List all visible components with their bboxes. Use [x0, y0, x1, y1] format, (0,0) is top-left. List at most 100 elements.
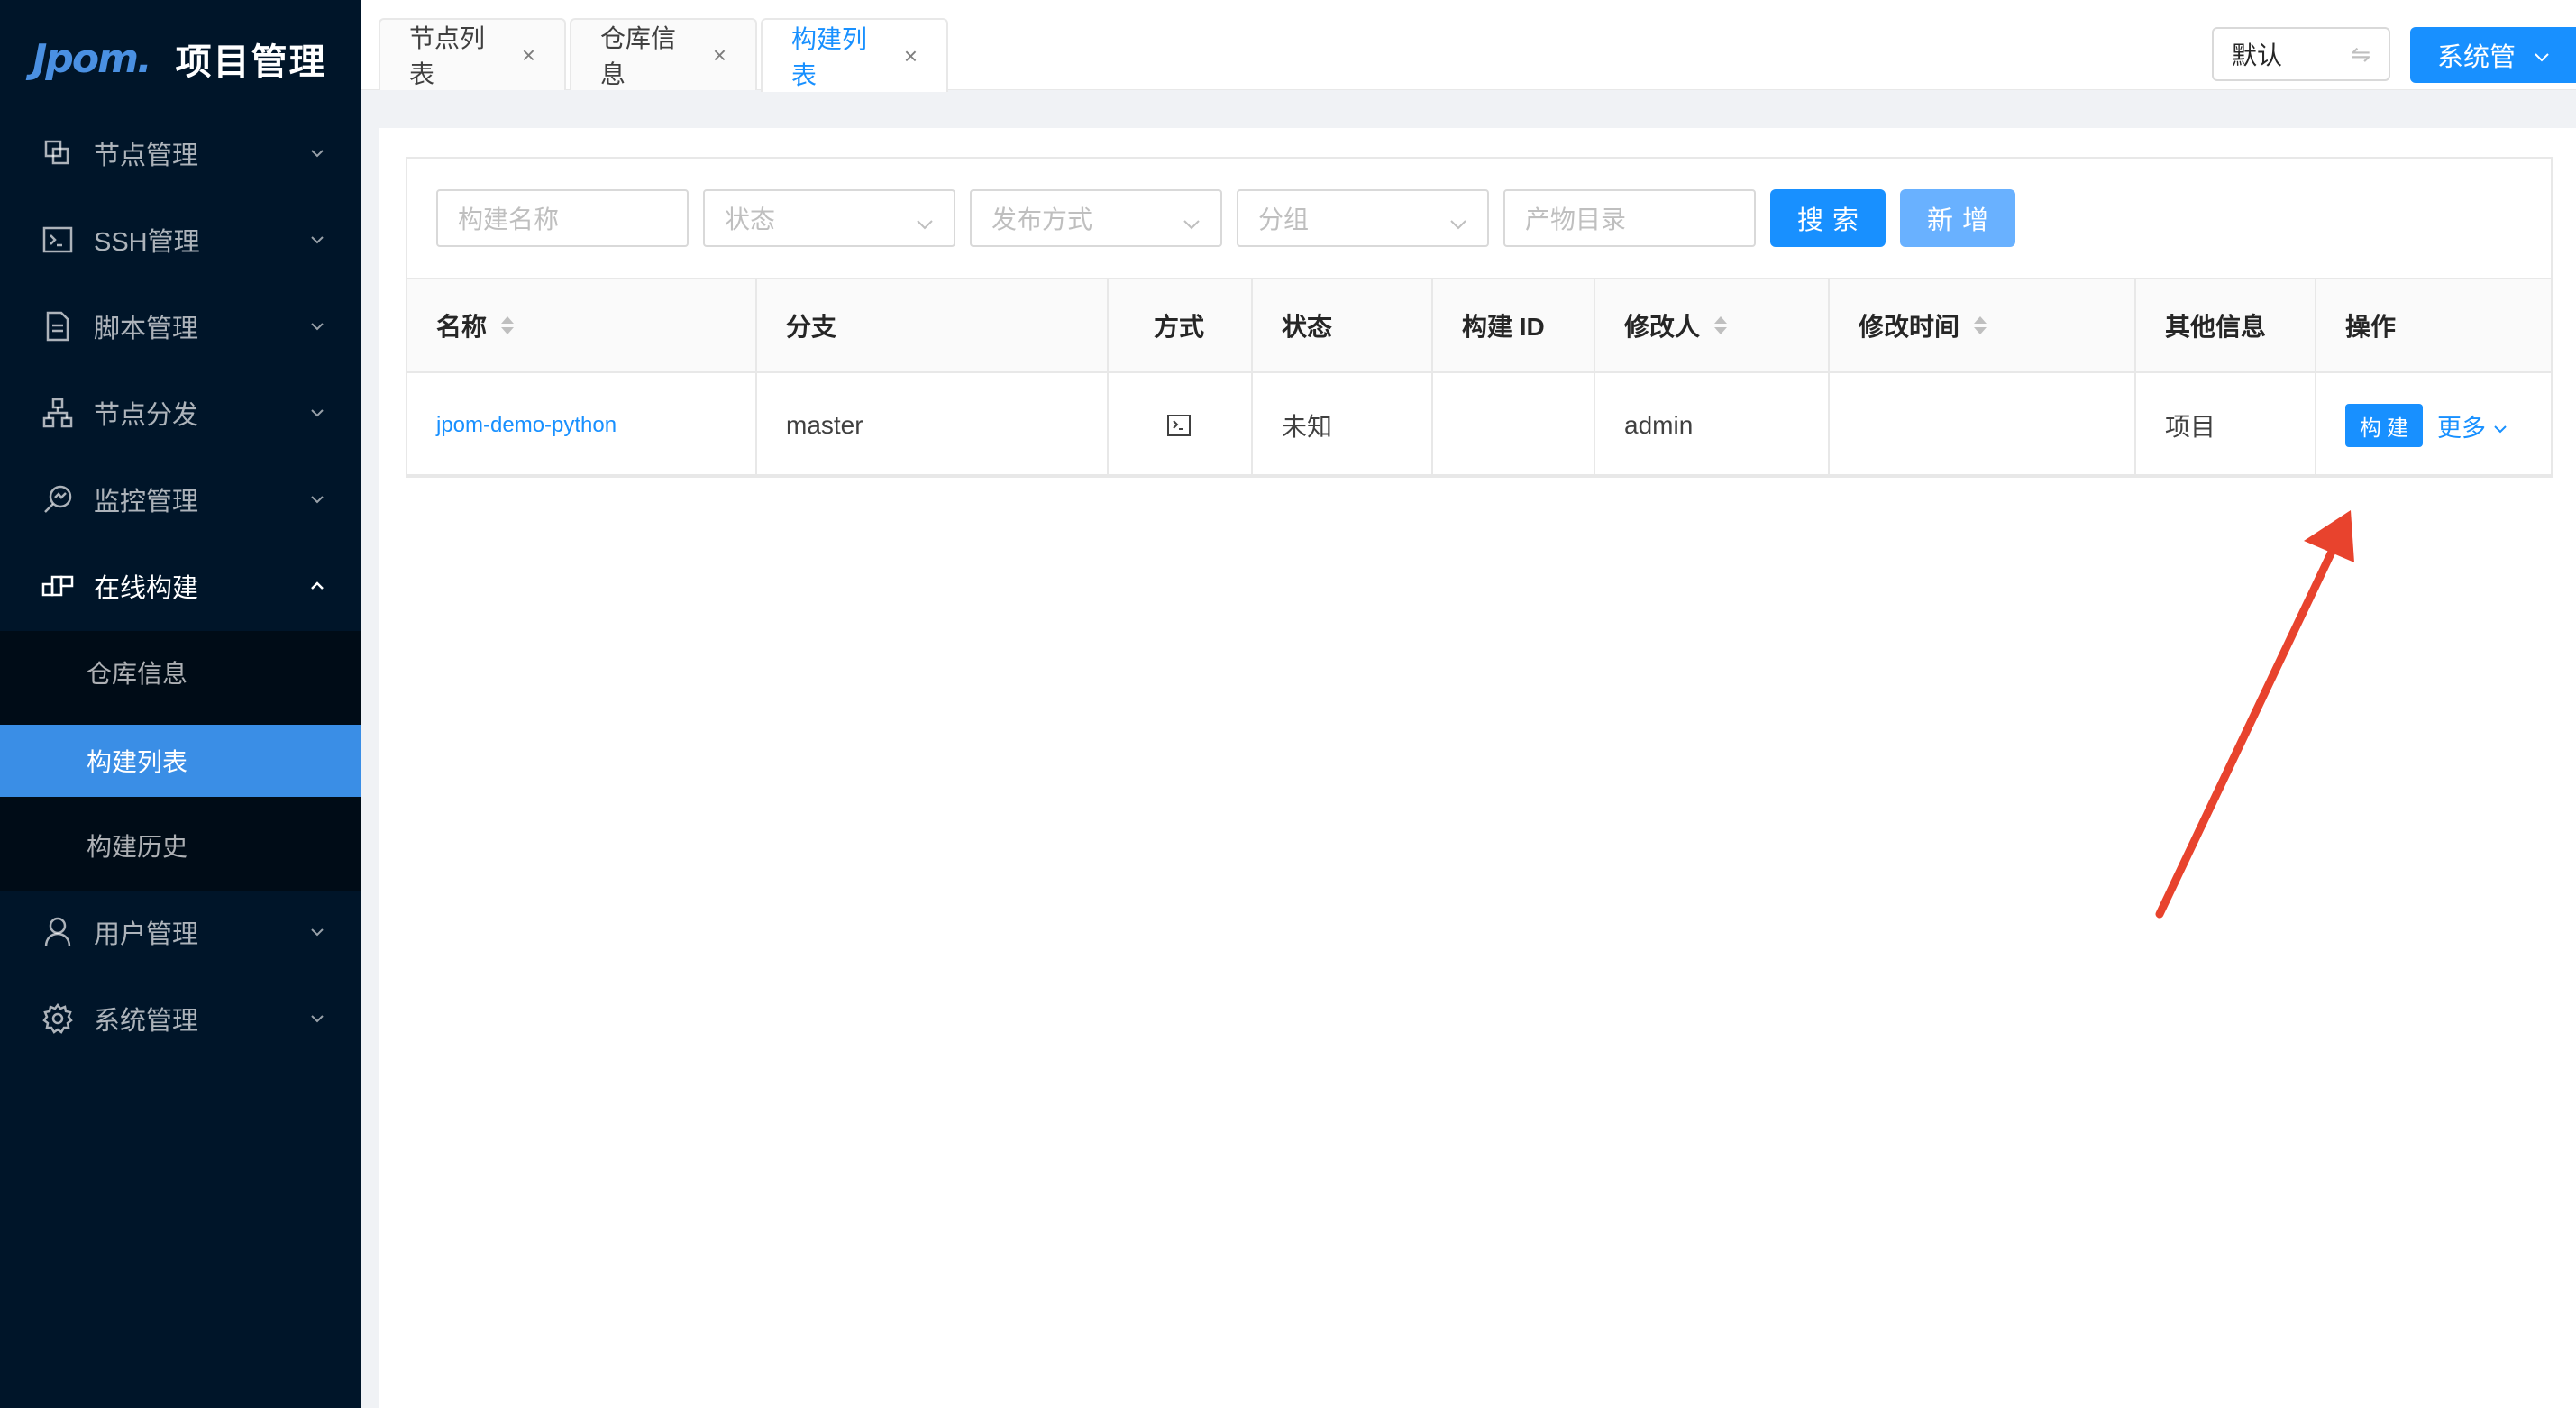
column-divider	[1107, 278, 1109, 476]
status-select[interactable]: 状态	[703, 189, 955, 247]
build-name-input[interactable]: 构建名称	[436, 189, 689, 247]
column-header-label: 构建 ID	[1462, 313, 1545, 341]
chevron-down-icon	[916, 207, 934, 236]
workspace-value: 默认	[2232, 41, 2283, 69]
chevron-down-icon	[308, 923, 326, 941]
more-dropdown[interactable]: 更多	[2437, 404, 2507, 447]
sidebar-item-label: 用户管理	[94, 920, 199, 949]
sidebar: Jpom. 项目管理 节点管理 SSH管理 脚本管理 节点分发 监控管理 在线构…	[0, 0, 361, 1408]
build-icon	[41, 570, 74, 602]
column-divider	[1251, 278, 1253, 476]
chevron-down-icon	[308, 1010, 326, 1028]
sidebar-item-monitor-management[interactable]: 监控管理	[0, 456, 361, 543]
tab-label: 仓库信息	[600, 24, 677, 88]
app-title: 项目管理	[175, 42, 327, 82]
cluster-icon	[41, 397, 74, 429]
gear-icon	[41, 1002, 74, 1035]
sidebar-item-node-management[interactable]: 节点管理	[0, 110, 361, 197]
sidebar-item-online-build[interactable]: 在线构建	[0, 543, 361, 629]
column-header-modifier[interactable]: 修改人	[1624, 278, 1728, 373]
terminal-icon	[41, 224, 74, 256]
close-icon[interactable]: ×	[713, 41, 726, 69]
sidebar-subitem-build-history[interactable]: 构建历史	[0, 809, 361, 882]
column-header-label: 修改人	[1624, 313, 1701, 341]
sidebar-item-label: 节点管理	[94, 142, 199, 170]
sidebar-item-user-management[interactable]: 用户管理	[0, 889, 361, 975]
placeholder-text: 产物目录	[1525, 206, 1627, 233]
logo-mark: Jpom.	[32, 35, 152, 82]
chevron-down-icon	[308, 144, 326, 162]
monitor-icon	[41, 483, 74, 516]
column-header-modify-time[interactable]: 修改时间	[1859, 278, 1987, 373]
chevron-down-icon	[2534, 41, 2550, 70]
build-button[interactable]: 构建	[2345, 404, 2423, 447]
tab-label: 构建列表	[791, 25, 868, 89]
tab-build-list[interactable]: 构建列表 ×	[761, 18, 948, 92]
table-row	[407, 375, 2551, 476]
column-header-name[interactable]: 名称	[436, 278, 515, 373]
column-header-branch: 分支	[786, 278, 836, 373]
chevron-down-icon	[308, 490, 326, 508]
tab-repository[interactable]: 仓库信息 ×	[570, 18, 757, 90]
column-divider	[2315, 278, 2316, 476]
nodes-icon	[41, 137, 74, 169]
placeholder-text: 构建名称	[458, 206, 560, 233]
chevron-down-icon	[308, 404, 326, 422]
release-method-select[interactable]: 发布方式	[970, 189, 1222, 247]
sidebar-item-label: 系统管理	[94, 1007, 199, 1036]
column-divider	[1431, 278, 1433, 476]
build-name-link[interactable]: jpom-demo-python	[436, 375, 617, 476]
sidebar-item-label: SSH管理	[94, 228, 200, 257]
column-header-build-id: 构建 ID	[1462, 278, 1545, 373]
logo: Jpom. 项目管理	[32, 27, 327, 90]
placeholder-text: 发布方式	[991, 206, 1093, 233]
chevron-down-icon	[308, 317, 326, 335]
terminal-icon	[1166, 375, 1192, 476]
placeholder-text: 状态	[725, 206, 776, 233]
user-menu-button[interactable]: 系统管	[2410, 27, 2576, 83]
column-header-label: 名称	[436, 313, 488, 341]
workspace-select[interactable]: 默认 ⇋	[2212, 27, 2390, 81]
column-header-method: 方式	[1154, 278, 1204, 373]
sidebar-item-script-management[interactable]: 脚本管理	[0, 283, 361, 370]
chevron-up-icon	[308, 577, 326, 595]
close-icon[interactable]: ×	[904, 42, 918, 70]
chevron-down-icon	[308, 231, 326, 249]
sidebar-item-label: 节点分发	[94, 401, 199, 430]
sidebar-subitem-repository[interactable]: 仓库信息	[0, 636, 361, 709]
column-header-label: 分支	[786, 313, 837, 341]
sidebar-item-system-management[interactable]: 系统管理	[0, 975, 361, 1062]
sort-icon[interactable]	[1974, 316, 1987, 334]
column-divider	[1594, 278, 1595, 476]
sidebar-item-label: 在线构建	[94, 574, 199, 603]
close-icon[interactable]: ×	[522, 41, 535, 69]
column-header-label: 其他信息	[2165, 313, 2267, 341]
modifier-cell: admin	[1624, 411, 1694, 439]
status-cell: 未知	[1282, 413, 1333, 441]
group-select[interactable]: 分组	[1237, 189, 1489, 247]
sort-icon[interactable]	[1714, 316, 1728, 334]
search-button[interactable]: 搜索	[1770, 189, 1886, 247]
column-header-label: 状态	[1282, 313, 1333, 341]
column-header-label: 方式	[1154, 313, 1205, 341]
user-icon	[41, 916, 74, 948]
sidebar-subitem-build-list[interactable]: 构建列表	[0, 725, 361, 797]
chevron-down-icon	[1449, 207, 1467, 236]
sort-icon[interactable]	[501, 316, 515, 334]
chevron-down-icon	[2493, 412, 2507, 440]
sidebar-item-ssh-management[interactable]: SSH管理	[0, 197, 361, 283]
branch-cell: master	[786, 411, 863, 439]
column-header-label: 操作	[2345, 313, 2397, 341]
tab-label: 节点列表	[409, 24, 486, 88]
placeholder-text: 分组	[1258, 206, 1310, 233]
column-header-label: 修改时间	[1859, 313, 1960, 341]
add-button[interactable]: 新增	[1900, 189, 2015, 247]
column-divider	[755, 278, 757, 476]
header-gap	[361, 92, 2576, 128]
sidebar-item-label: 监控管理	[94, 488, 199, 517]
artifact-dir-input[interactable]: 产物目录	[1503, 189, 1756, 247]
sidebar-item-label: 脚本管理	[94, 315, 199, 343]
tab-node-list[interactable]: 节点列表 ×	[379, 18, 566, 90]
sidebar-item-node-distribution[interactable]: 节点分发	[0, 370, 361, 456]
column-header-other-info: 其他信息	[2165, 278, 2266, 373]
